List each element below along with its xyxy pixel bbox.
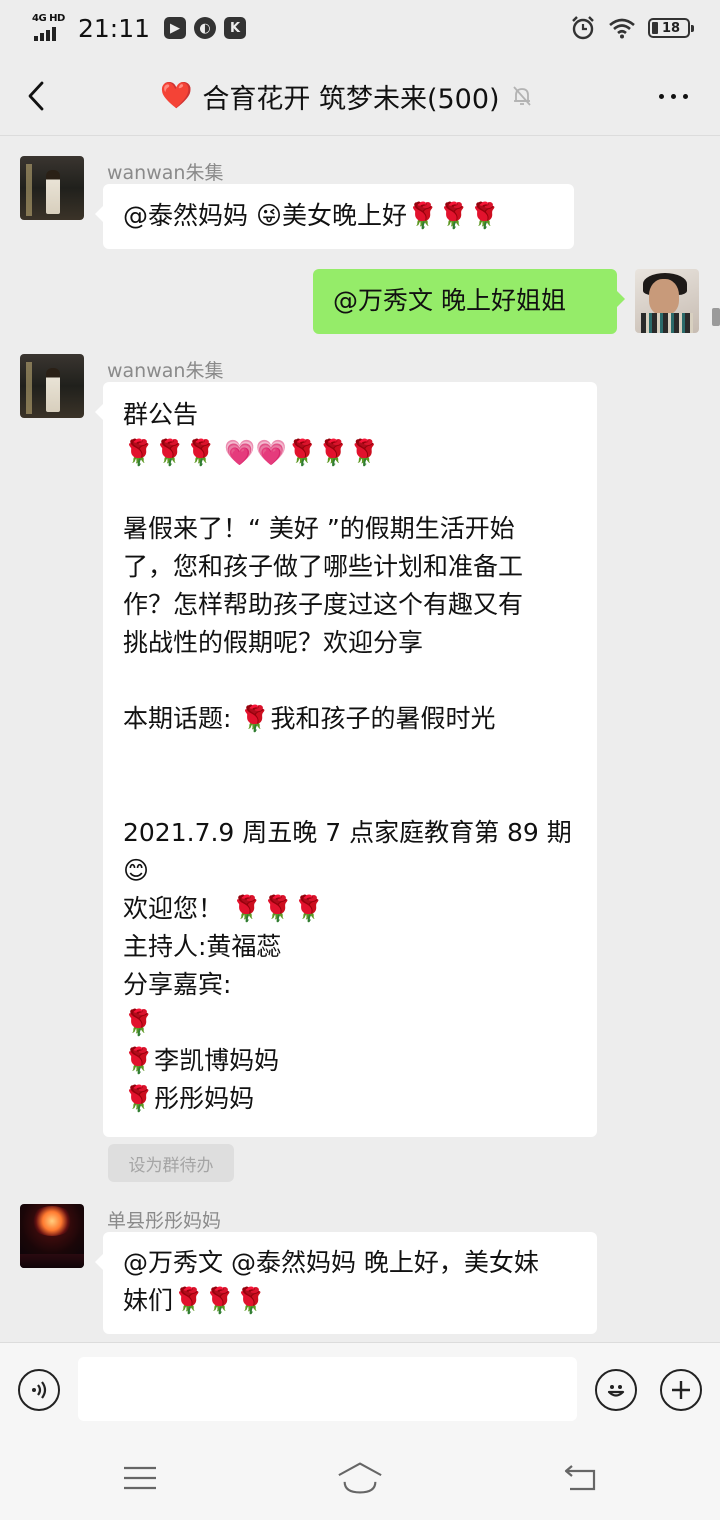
- message-bubble[interactable]: @泰然妈妈 😜美女晚上好🌹🌹🌹: [95, 184, 574, 249]
- announcement-line: 了，您和孩子做了哪些计划和准备工: [123, 552, 524, 581]
- emoji-button[interactable]: [595, 1369, 637, 1411]
- announcement-line: 🌹: [123, 1008, 155, 1037]
- announcement-line: 🌹李凯博妈妈: [123, 1046, 280, 1075]
- group-name: 合育花开 筑梦未来(500): [202, 83, 500, 115]
- chat-header: ❤️ 合育花开 筑梦未来(500): [0, 56, 720, 136]
- avatar[interactable]: [20, 1204, 84, 1268]
- announcement-line: 2021.7.9 周五晚 7 点家庭教育第 89 期: [123, 818, 572, 847]
- battery-level: 18: [661, 20, 681, 36]
- chat-title: ❤️ 合育花开 筑梦未来(500): [160, 76, 534, 116]
- plus-icon: [672, 1381, 690, 1399]
- sender-name: 单县彤彤妈妈: [107, 1210, 222, 1232]
- self-avatar[interactable]: [635, 269, 699, 333]
- avatar[interactable]: [20, 156, 84, 220]
- message-text: @万秀文 晚上好姐姐: [333, 286, 566, 315]
- system-navigation-bar: [0, 1436, 720, 1520]
- plus-button[interactable]: [660, 1369, 702, 1411]
- message-text: @万秀文 @泰然妈妈 晚上好，美女妹: [123, 1248, 539, 1277]
- announcement-bubble[interactable]: 群公告 🌹🌹🌹 💗💗🌹🌹🌹 暑假来了！“ 美好 ”的假期生活开始 了，您和孩子做…: [95, 382, 597, 1137]
- avatar[interactable]: [20, 354, 84, 418]
- back-icon: [564, 1465, 596, 1491]
- announcement-line: [123, 738, 577, 776]
- message-text: 妹们🌹🌹🌹: [123, 1286, 267, 1315]
- sender-name: wanwan朱集: [107, 360, 224, 382]
- voice-button[interactable]: [18, 1369, 60, 1411]
- back-nav-button[interactable]: [556, 1454, 604, 1502]
- announcement-line: 🌹🌹🌹 💗💗🌹🌹🌹: [123, 438, 380, 467]
- heart-icon: ❤️: [160, 81, 193, 111]
- k-app-icon: K: [224, 17, 247, 39]
- chevron-left-icon: [28, 81, 44, 111]
- home-icon: [338, 1462, 382, 1494]
- announcement-line: [123, 472, 577, 510]
- message-bubble-self[interactable]: @万秀文 晚上好姐姐: [313, 269, 625, 334]
- input-bar: [0, 1342, 720, 1436]
- announcement-line: 主持人:黄福蕊: [123, 932, 282, 961]
- announcement-line: 分享嘉宾:: [123, 970, 232, 999]
- announcement-line: 挑战性的假期呢？欢迎分享: [123, 628, 424, 657]
- video-app-icon: ▶: [164, 17, 187, 39]
- recent-apps-button[interactable]: [116, 1454, 164, 1502]
- back-button[interactable]: [18, 76, 54, 116]
- announcement-title: 群公告: [123, 400, 199, 429]
- message-bubble[interactable]: @万秀文 @泰然妈妈 晚上好，美女妹 妹们🌹🌹🌹: [95, 1232, 597, 1334]
- cellular-signal-icon: 4G HD: [32, 13, 66, 43]
- message-text: @泰然妈妈 😜美女晚上好🌹🌹🌹: [123, 201, 501, 230]
- more-button[interactable]: [654, 78, 692, 114]
- status-bar: 4G HD 21:11 ▶ ◐ K 18: [0, 0, 720, 56]
- announcement-line: 作？怎样帮助孩子度过这个有趣又有: [123, 590, 524, 619]
- announcement-line: 🌹彤彤妈妈: [123, 1084, 255, 1113]
- chat-screen: 4G HD 21:11 ▶ ◐ K 18 ❤️ 合育花开 筑梦未来(500) w…: [0, 0, 720, 1520]
- announcement-line: 暑假来了！“ 美好 ”的假期生活开始: [123, 514, 515, 543]
- announcement-line: [123, 662, 577, 700]
- battery-icon: 18: [648, 18, 694, 38]
- home-button[interactable]: [336, 1454, 384, 1502]
- menu-icon: [124, 1466, 156, 1490]
- voice-icon: [32, 1381, 47, 1399]
- status-left: 4G HD 21:11 ▶ ◐ K: [32, 12, 247, 44]
- wifi-icon: [609, 18, 635, 39]
- browser-app-icon: ◐: [194, 17, 217, 39]
- alarm-icon: [572, 16, 594, 40]
- status-right: 18: [570, 14, 694, 42]
- announcement-line: 本期话题: 🌹我和孩子的暑假时光: [123, 704, 496, 733]
- announcement-line: 😊: [123, 856, 150, 885]
- announcement-line: [123, 776, 577, 814]
- emoji-icon: [607, 1385, 625, 1397]
- scrollbar[interactable]: [712, 308, 720, 326]
- mute-bell-icon: [512, 86, 531, 106]
- message-list[interactable]: wanwan朱集 @泰然妈妈 😜美女晚上好🌹🌹🌹 @万秀文 晚上好姐姐 wanw…: [0, 136, 720, 1342]
- sender-name: wanwan朱集: [107, 162, 224, 184]
- network-type: 4G HD: [32, 13, 65, 24]
- announcement-line: 欢迎您！ 🌹🌹🌹: [123, 894, 325, 923]
- message-input[interactable]: [78, 1357, 577, 1421]
- status-time: 21:11: [78, 13, 151, 43]
- set-group-todo-button[interactable]: 设为群待办: [108, 1144, 234, 1182]
